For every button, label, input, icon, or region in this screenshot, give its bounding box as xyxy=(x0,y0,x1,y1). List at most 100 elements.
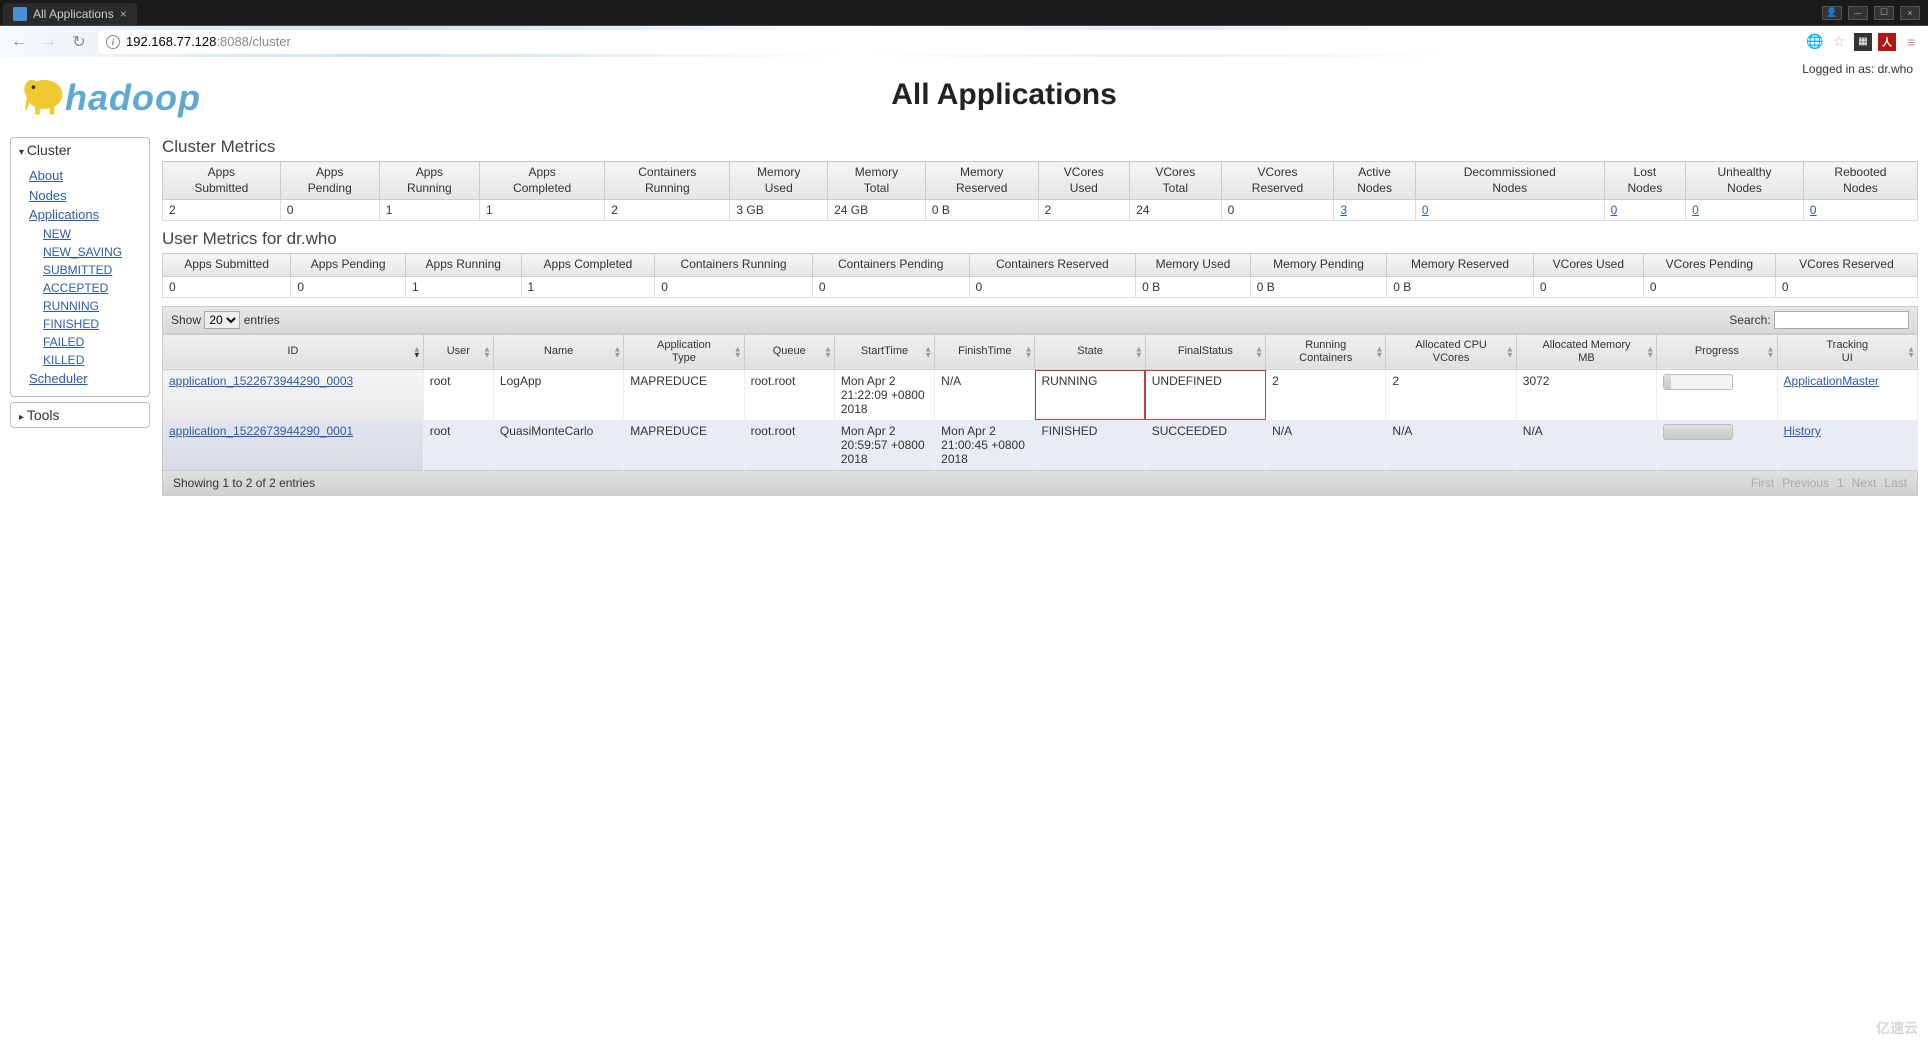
browser-titlebar: All Applications × 👤 ─ ☐ × xyxy=(0,0,1928,25)
browser-tabs: All Applications × xyxy=(0,0,137,25)
apps-column-header[interactable]: TrackingUI▲▼ xyxy=(1777,334,1917,369)
apps-column-header[interactable]: User▲▼ xyxy=(423,334,493,369)
column-header: UnhealthyNodes xyxy=(1686,162,1804,200)
search-input[interactable] xyxy=(1774,311,1909,329)
pagination-next[interactable]: Next xyxy=(1852,476,1877,490)
metric-cell: 1 xyxy=(379,200,479,221)
apps-column-header[interactable]: State▲▼ xyxy=(1035,334,1145,369)
apps-column-header[interactable]: Progress▲▼ xyxy=(1657,334,1777,369)
table-cell xyxy=(1657,420,1777,471)
table-cell: LogApp xyxy=(493,370,623,421)
hadoop-logo[interactable]: hadoop xyxy=(10,67,240,122)
forward-button[interactable]: → xyxy=(38,31,60,53)
tracking-link[interactable]: ApplicationMaster xyxy=(1784,374,1879,388)
apps-column-header[interactable]: RunningContainers▲▼ xyxy=(1266,334,1386,369)
table-cell: 2 xyxy=(1386,370,1516,421)
sidebar-sublink-killed[interactable]: KILLED xyxy=(43,351,139,369)
column-header: Containers Running xyxy=(655,254,813,277)
metric-link[interactable]: 0 xyxy=(1422,203,1429,217)
entries-select[interactable]: 20 xyxy=(204,311,240,329)
metric-cell: 0 xyxy=(291,276,406,297)
sidebar-sublink-new_saving[interactable]: NEW_SAVING xyxy=(43,243,139,261)
back-button[interactable]: ← xyxy=(8,31,30,53)
extension-icon[interactable]: ▦ xyxy=(1854,33,1872,51)
metric-cell: 0 xyxy=(1533,276,1643,297)
sidebar-link-about[interactable]: About xyxy=(29,166,139,186)
table-cell: ApplicationMaster xyxy=(1777,370,1917,421)
sidebar-link-applications[interactable]: Applications xyxy=(29,205,139,225)
column-header: ContainersRunning xyxy=(605,162,730,200)
apps-column-header[interactable]: FinishTime▲▼ xyxy=(935,334,1035,369)
pagination-previous[interactable]: Previous xyxy=(1782,476,1829,490)
metric-link[interactable]: 0 xyxy=(1611,203,1618,217)
table-cell: root.root xyxy=(744,370,834,421)
translate-icon[interactable]: 🌐 xyxy=(1806,33,1824,51)
metric-cell: 1 xyxy=(405,276,521,297)
apps-column-header[interactable]: Name▲▼ xyxy=(493,334,623,369)
apps-column-header[interactable]: Queue▲▼ xyxy=(744,334,834,369)
menu-icon[interactable]: ≡ xyxy=(1902,33,1920,51)
sidebar-link-scheduler[interactable]: Scheduler xyxy=(29,369,139,389)
info-icon[interactable]: i xyxy=(106,35,120,49)
apps-column-header[interactable]: Allocated MemoryMB▲▼ xyxy=(1516,334,1656,369)
metric-link[interactable]: 0 xyxy=(1810,203,1817,217)
table-cell: N/A xyxy=(1516,420,1656,471)
metric-link[interactable]: 3 xyxy=(1340,203,1347,217)
sidebar-panel-cluster: Cluster About Nodes Applications NEWNEW_… xyxy=(10,137,150,397)
metric-cell: 0 B xyxy=(1387,276,1534,297)
sidebar-sublink-running[interactable]: RUNNING xyxy=(43,297,139,315)
datatable-controls: Show 20 entries Search: xyxy=(162,306,1918,334)
metric-cell: 2 xyxy=(1038,200,1130,221)
metric-link[interactable]: 0 xyxy=(1692,203,1699,217)
cluster-metrics-title: Cluster Metrics xyxy=(162,137,1918,157)
watermark: 亿速云 xyxy=(1876,1018,1918,1038)
apps-column-header[interactable]: ApplicationType▲▼ xyxy=(624,334,744,369)
apps-column-header[interactable]: FinalStatus▲▼ xyxy=(1145,334,1265,369)
pagination-first[interactable]: First xyxy=(1751,476,1774,490)
maximize-button[interactable]: ☐ xyxy=(1874,6,1894,20)
cluster-metrics-table: AppsSubmittedAppsPendingAppsRunningAppsC… xyxy=(162,161,1918,221)
column-header: AppsPending xyxy=(280,162,379,200)
table-cell: 2 xyxy=(1266,370,1386,421)
sidebar-sublink-accepted[interactable]: ACCEPTED xyxy=(43,279,139,297)
reload-button[interactable]: ↻ xyxy=(68,31,90,53)
app-id-link[interactable]: application_1522673944290_0001 xyxy=(169,424,353,438)
table-cell: N/A xyxy=(1386,420,1516,471)
user-metrics-table: Apps SubmittedApps PendingApps RunningAp… xyxy=(162,253,1918,298)
metric-cell: 3 GB xyxy=(730,200,828,221)
table-cell: QuasiMonteCarlo xyxy=(493,420,623,471)
table-cell: Mon Apr 2 20:59:57 +0800 2018 xyxy=(834,420,934,471)
sidebar-sublink-failed[interactable]: FAILED xyxy=(43,333,139,351)
tracking-link[interactable]: History xyxy=(1784,424,1821,438)
star-icon[interactable]: ☆ xyxy=(1830,33,1848,51)
sidebar-header-tools[interactable]: Tools xyxy=(11,403,149,427)
pagination-last[interactable]: Last xyxy=(1884,476,1907,490)
logo-text: hadoop xyxy=(65,77,201,119)
apps-column-header[interactable]: StartTime▲▼ xyxy=(834,334,934,369)
show-label: Show xyxy=(171,313,201,327)
apps-column-header[interactable]: ID▲▼ xyxy=(163,334,424,369)
metric-cell: 0 xyxy=(163,276,291,297)
app-id-link[interactable]: application_1522673944290_0003 xyxy=(169,374,353,388)
metric-cell: 0 xyxy=(812,276,969,297)
table-row: application_1522673944290_0001rootQuasiM… xyxy=(163,420,1918,471)
minimize-button[interactable]: ─ xyxy=(1848,6,1868,20)
sidebar-sublink-new[interactable]: NEW xyxy=(43,225,139,243)
pagination: First Previous 1 Next Last xyxy=(1751,476,1907,490)
close-window-button[interactable]: × xyxy=(1900,6,1920,20)
sidebar-header-cluster[interactable]: Cluster xyxy=(11,138,149,162)
close-icon[interactable]: × xyxy=(120,7,127,21)
url-input[interactable]: i 192.168.77.128:8088/cluster xyxy=(98,30,1798,54)
sidebar-link-nodes[interactable]: Nodes xyxy=(29,186,139,206)
sidebar-sublink-finished[interactable]: FINISHED xyxy=(43,315,139,333)
pdf-icon[interactable]: 人 xyxy=(1878,33,1896,51)
column-header: Containers Pending xyxy=(812,254,969,277)
addr-action-icons: 🌐 ☆ ▦ 人 ≡ xyxy=(1806,33,1920,51)
column-header: AppsSubmitted xyxy=(163,162,281,200)
apps-column-header[interactable]: Allocated CPUVCores▲▼ xyxy=(1386,334,1516,369)
sidebar-sublink-submitted[interactable]: SUBMITTED xyxy=(43,261,139,279)
browser-tab-active[interactable]: All Applications × xyxy=(3,3,137,25)
url-host: 192.168.77.128 xyxy=(126,34,216,49)
user-icon[interactable]: 👤 xyxy=(1822,6,1842,20)
pagination-1[interactable]: 1 xyxy=(1837,476,1844,490)
